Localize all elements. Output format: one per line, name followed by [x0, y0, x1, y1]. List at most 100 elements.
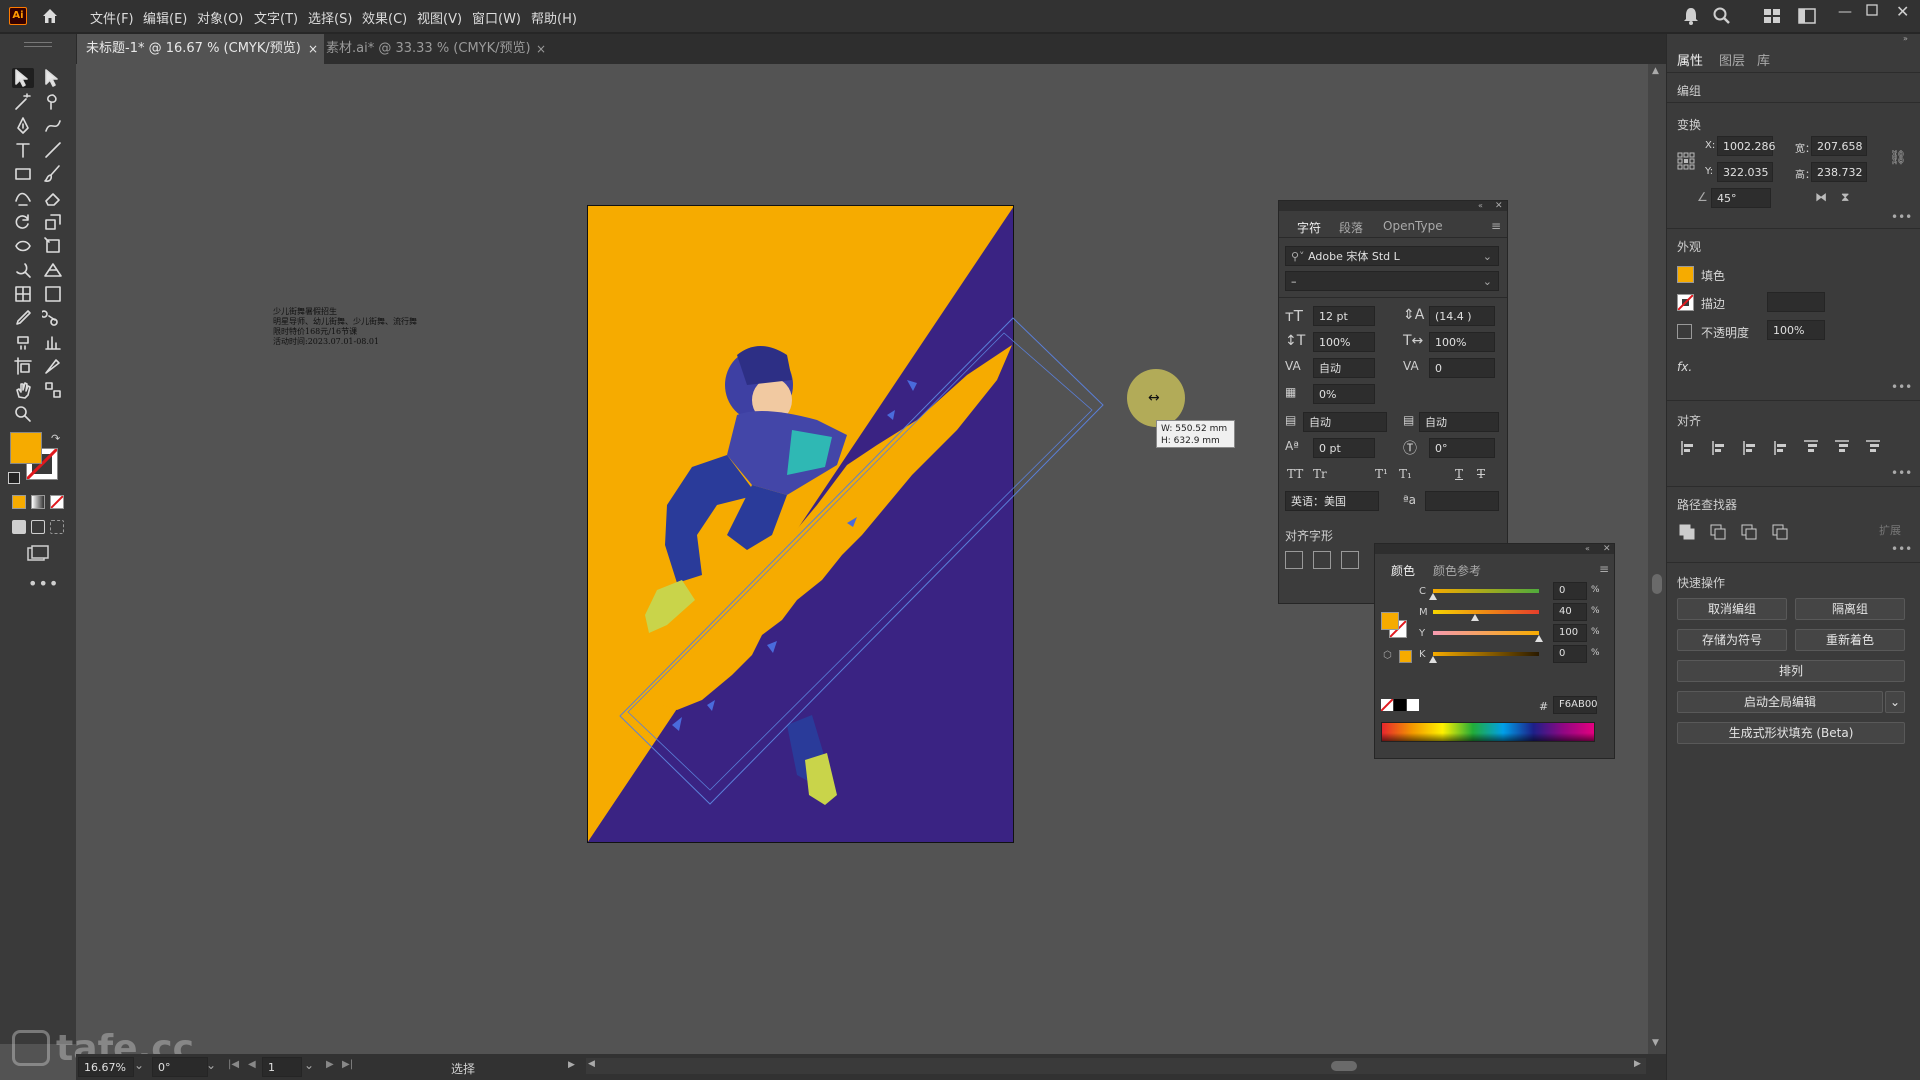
default-fill-stroke-icon[interactable]	[8, 472, 20, 484]
blend-tool[interactable]	[42, 308, 64, 328]
swap-fill-stroke-icon[interactable]: ↷	[51, 432, 60, 445]
align-v-center-icon[interactable]	[1834, 440, 1850, 456]
fill-swatch[interactable]	[10, 432, 42, 464]
rotate-angle-field[interactable]: 45°	[1711, 188, 1771, 208]
stroke-weight-field[interactable]	[1767, 292, 1825, 312]
status-mode[interactable]: 选择	[451, 1060, 475, 1077]
reference-point-icon[interactable]	[1677, 152, 1695, 170]
tsume-field[interactable]: 0%	[1313, 384, 1375, 404]
align-top-icon[interactable]	[1803, 440, 1819, 456]
char-rotation-field[interactable]: 0°	[1429, 438, 1495, 458]
opacity-field[interactable]: 100%	[1767, 320, 1825, 340]
intersect-icon[interactable]	[1741, 524, 1757, 540]
paintbrush-tool[interactable]	[42, 164, 64, 184]
channel-field-c[interactable]: 0	[1553, 582, 1587, 600]
type-tool[interactable]	[12, 140, 34, 160]
color-fill-swatch[interactable]	[1381, 612, 1399, 630]
channel-slider-c[interactable]	[1433, 589, 1539, 593]
slider-thumb[interactable]	[1535, 635, 1543, 642]
superscript-button[interactable]: T¹	[1375, 467, 1388, 481]
artboard-nav-tool[interactable]	[42, 380, 64, 400]
slice-tool[interactable]	[42, 356, 64, 376]
menu-file[interactable]: 文件(F)	[90, 8, 134, 27]
prev-artboard-icon[interactable]: ◀	[248, 1059, 256, 1070]
tab-material[interactable]: 素材.ai* @ 33.33 % (CMYK/预览) ×	[316, 34, 552, 64]
canvas-side-text[interactable]: 少儿街舞暑假招生 明星导师、幼儿街舞、少儿街舞、流行舞 限时特价168元/16节…	[273, 307, 417, 347]
scroll-right-icon[interactable]: ▶	[1634, 1059, 1641, 1069]
more-options-icon[interactable]: •••	[1891, 542, 1912, 556]
next-artboard-icon[interactable]: ▶	[326, 1059, 334, 1070]
x-field[interactable]: 1002.286	[1717, 136, 1776, 156]
none-swatch[interactable]	[1381, 699, 1393, 711]
stroke-color-swatch[interactable]	[1677, 294, 1694, 311]
tab-color-guide[interactable]: 颜色参考	[1433, 562, 1481, 579]
fill-color-swatch[interactable]	[1677, 266, 1694, 283]
tab-character[interactable]: 字符	[1297, 219, 1321, 236]
white-swatch[interactable]	[1407, 699, 1419, 711]
arrange-button[interactable]: 排列	[1677, 660, 1905, 682]
tab-layers[interactable]: 图层	[1719, 50, 1745, 69]
horizontal-scrollbar[interactable]: ◀ ▶	[586, 1058, 1646, 1074]
more-options-icon[interactable]: •••	[1891, 466, 1912, 480]
baseline-shift-field[interactable]: 0 pt	[1313, 438, 1375, 458]
channel-slider-m[interactable]	[1433, 610, 1539, 614]
align-bottom-icon[interactable]	[1865, 440, 1881, 456]
tracking-field[interactable]: 0	[1429, 358, 1495, 378]
language-select[interactable]: 英语：美国	[1285, 491, 1379, 511]
leading-field[interactable]: (14.4 )	[1429, 306, 1495, 326]
small-caps-button[interactable]: Tr	[1313, 467, 1327, 481]
symbol-sprayer-tool[interactable]	[12, 332, 34, 352]
gradient-tool[interactable]	[42, 284, 64, 304]
direct-selection-tool[interactable]	[42, 68, 64, 88]
web-safe-swatch[interactable]	[1399, 650, 1412, 663]
maximize-icon[interactable]	[1866, 4, 1878, 16]
align-h-center-icon[interactable]	[1741, 440, 1757, 456]
scroll-down-icon[interactable]: ▼	[1652, 1038, 1659, 1048]
edit-toolbar-icon[interactable]: •••	[28, 574, 59, 593]
width-tool[interactable]	[12, 236, 34, 256]
panel-menu-icon[interactable]: ≡	[1599, 562, 1609, 576]
collapse-icon[interactable]: «	[1585, 544, 1590, 553]
panel-menu-icon[interactable]: ≡	[1491, 219, 1501, 233]
draw-inside-icon[interactable]	[50, 520, 64, 534]
toolbar-grip[interactable]	[24, 42, 52, 47]
channel-field-k[interactable]: 0	[1553, 645, 1587, 663]
selection-tool[interactable]	[12, 68, 34, 88]
flip-horizontal-icon[interactable]: ⧓	[1815, 190, 1827, 204]
font-family-field[interactable]: ⚲˅ Adobe 宋体 Std L ⌄	[1285, 246, 1499, 266]
all-caps-button[interactable]: TT	[1287, 467, 1303, 481]
menu-help[interactable]: 帮助(H)	[531, 8, 577, 27]
black-swatch[interactable]	[1394, 699, 1406, 711]
align-right-icon[interactable]	[1772, 440, 1788, 456]
artboard[interactable]	[587, 205, 1014, 843]
tab-untitled-1[interactable]: 未标题-1* @ 16.67 % (CMYK/预览) ×	[76, 34, 324, 64]
align-glyph-button-2[interactable]	[1313, 551, 1331, 569]
menu-window[interactable]: 窗口(W)	[472, 8, 521, 27]
search-icon[interactable]	[1712, 6, 1732, 26]
align-left-icon[interactable]	[1710, 440, 1726, 456]
color-panel-header[interactable]	[1375, 544, 1614, 554]
h-field[interactable]: 238.732	[1811, 162, 1867, 182]
minus-front-icon[interactable]	[1710, 524, 1726, 540]
rotate-tool[interactable]	[12, 212, 34, 232]
artboard-tool[interactable]	[12, 356, 34, 376]
mesh-tool[interactable]	[12, 284, 34, 304]
flip-vertical-icon[interactable]: ⧗	[1841, 190, 1849, 205]
home-icon[interactable]	[40, 6, 60, 26]
antialias-select[interactable]	[1425, 491, 1499, 511]
more-options-icon[interactable]: •••	[1891, 380, 1912, 394]
w-field[interactable]: 207.658	[1811, 136, 1867, 156]
y-field[interactable]: 322.035	[1717, 162, 1773, 182]
kerning-field[interactable]: 自动	[1313, 358, 1375, 378]
tab-opentype[interactable]: OpenType	[1383, 219, 1443, 233]
menu-view[interactable]: 视图(V)	[417, 8, 462, 27]
zoom-field[interactable]: 16.67%	[78, 1057, 134, 1077]
shape-builder-tool[interactable]	[12, 260, 34, 280]
channel-field-y[interactable]: 100	[1553, 624, 1587, 642]
chevron-down-icon[interactable]: ⌄	[304, 1058, 314, 1072]
tab-paragraph[interactable]: 段落	[1339, 219, 1363, 236]
selection-bounding-box[interactable]	[0, 0, 1104, 805]
collapse-icon[interactable]: »	[1903, 34, 1908, 43]
menu-type[interactable]: 文字(T)	[254, 8, 298, 27]
artboard-field[interactable]: 1	[262, 1057, 302, 1077]
